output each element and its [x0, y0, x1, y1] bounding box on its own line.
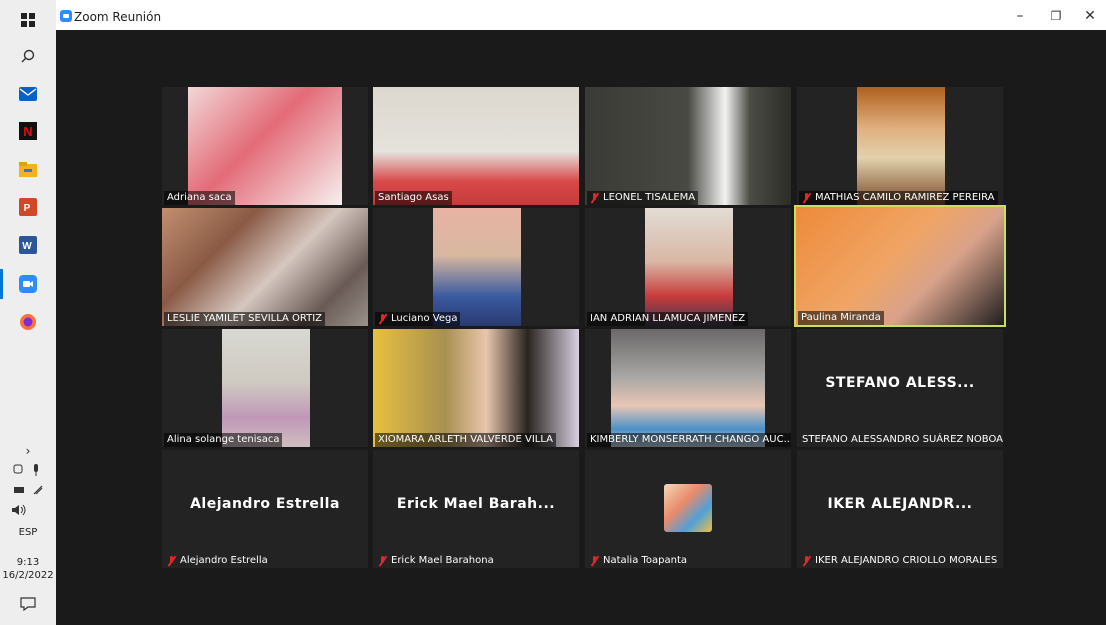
- profile-picture-avatar: [664, 484, 712, 532]
- participant-tile[interactable]: KIMBERLY MONSERRATH CHANGO AUC...: [585, 329, 791, 447]
- participant-name-label: Alina solange tenisaca: [164, 433, 283, 447]
- svg-text:P: P: [24, 203, 31, 214]
- participant-video: [857, 87, 945, 205]
- participant-video: [222, 329, 310, 447]
- clock-date[interactable]: 16/2/2022: [0, 570, 56, 581]
- window-title: Zoom Reunión: [74, 10, 162, 24]
- participant-name-label: IKER ALEJANDRO CRIOLLO MORALES: [799, 554, 1000, 568]
- participant-tile[interactable]: Alina solange tenisaca: [162, 329, 368, 447]
- participant-name-label: Alejandro Estrella: [164, 554, 271, 568]
- participant-video: [433, 208, 521, 326]
- muted-mic-icon: [167, 556, 176, 566]
- participant-name-label: XIOMARA ARLETH VALVERDE VILLA: [375, 433, 557, 447]
- muted-mic-icon: [802, 556, 811, 566]
- maximize-button[interactable]: ❐: [1046, 8, 1066, 24]
- participant-name-label: Adriana saca: [164, 191, 235, 205]
- participant-tile[interactable]: STEFANO ALESS... STEFANO ALESSANDRO SUÁR…: [797, 329, 1003, 447]
- mail-icon[interactable]: [18, 84, 38, 104]
- participant-display-name: Erick Mael Barah...: [396, 496, 556, 512]
- close-button[interactable]: ✕: [1080, 8, 1100, 24]
- firefox-icon[interactable]: [18, 312, 38, 332]
- participant-tile[interactable]: LEONEL TISALEMA: [585, 87, 791, 205]
- search-icon[interactable]: [18, 46, 38, 66]
- participant-video: [162, 208, 368, 326]
- powerpoint-icon[interactable]: P: [18, 197, 38, 217]
- participant-tile[interactable]: Adriana saca: [162, 87, 368, 205]
- windows-taskbar: N P W › ESP 9:13 16/2/2022: [0, 0, 56, 625]
- participant-name-label: MATHIAS CAMILO RAMIREZ PEREIRA: [799, 191, 998, 205]
- volume-icon[interactable]: [10, 500, 30, 520]
- muted-mic-icon: [378, 556, 387, 566]
- active-app-indicator: [0, 269, 3, 299]
- notification-icon[interactable]: [18, 594, 38, 614]
- participant-name-label: STEFANO ALESSANDRO SUÁREZ NOBOA: [802, 434, 1003, 445]
- participant-video: [645, 208, 733, 326]
- participant-tile[interactable]: IAN ADRIAN LLAMUCA JIMENEZ: [585, 208, 791, 326]
- muted-mic-icon: [590, 556, 599, 566]
- participant-name-label: Natalia Toapanta: [587, 554, 690, 568]
- language-indicator[interactable]: ESP: [0, 527, 56, 538]
- participant-name-label: Paulina Miranda: [798, 311, 884, 325]
- zoom-icon[interactable]: [18, 274, 38, 294]
- muted-mic-icon: [378, 314, 387, 324]
- svg-text:W: W: [22, 241, 32, 252]
- participant-tile[interactable]: Erick Mael Barah... Erick Mael Barahona: [373, 450, 579, 568]
- participant-tile[interactable]: MATHIAS CAMILO RAMIREZ PEREIRA: [797, 87, 1003, 205]
- participant-tile[interactable]: Alejandro Estrella Alejandro Estrella: [162, 450, 368, 568]
- participant-tile[interactable]: IKER ALEJANDR... IKER ALEJANDRO CRIOLLO …: [797, 450, 1003, 568]
- word-icon[interactable]: W: [18, 235, 38, 255]
- participant-tile[interactable]: Natalia Toapanta: [585, 450, 791, 568]
- network-battery-icon[interactable]: [8, 480, 48, 500]
- participant-tile[interactable]: XIOMARA ARLETH VALVERDE VILLA: [373, 329, 579, 447]
- participant-name-label: LESLIE YAMILET SEVILLA ORTIZ: [164, 312, 326, 326]
- participant-name-label: KIMBERLY MONSERRATH CHANGO AUC...: [587, 433, 791, 447]
- zoom-logo-icon: [60, 10, 72, 22]
- muted-mic-icon: [590, 193, 599, 203]
- netflix-icon[interactable]: N: [18, 121, 38, 141]
- participant-name-label: LEONEL TISALEMA: [587, 191, 699, 205]
- gallery-view: Adriana saca Santiago Asas LEONEL TISALE…: [56, 30, 1106, 625]
- participant-name-label: Erick Mael Barahona: [375, 554, 497, 568]
- tray-icons-row1: [8, 460, 48, 480]
- participant-display-name: STEFANO ALESS...: [825, 375, 975, 391]
- svg-text:N: N: [23, 124, 32, 139]
- participant-display-name: Alejandro Estrella: [190, 496, 340, 512]
- participant-video: [585, 87, 791, 205]
- participant-tile[interactable]: LESLIE YAMILET SEVILLA ORTIZ: [162, 208, 368, 326]
- file-explorer-icon[interactable]: [18, 159, 38, 179]
- participant-video: [373, 329, 579, 447]
- participant-name-label: IAN ADRIAN LLAMUCA JIMENEZ: [587, 312, 749, 326]
- participant-video: [796, 207, 1004, 325]
- chevron-right-icon[interactable]: ›: [0, 444, 56, 458]
- participant-video: [373, 87, 579, 205]
- participant-name-label: Santiago Asas: [375, 191, 452, 205]
- participant-display-name: IKER ALEJANDR...: [827, 496, 973, 512]
- participant-name-label: Luciano Vega: [375, 312, 461, 326]
- participant-tile[interactable]: Santiago Asas: [373, 87, 579, 205]
- clock-time[interactable]: 9:13: [0, 557, 56, 568]
- participant-tile[interactable]: Luciano Vega: [373, 208, 579, 326]
- windows-start-icon[interactable]: [18, 10, 38, 30]
- window-titlebar: Zoom Reunión – ❐ ✕: [56, 0, 1106, 30]
- participant-tile-active-speaker[interactable]: Paulina Miranda: [794, 205, 1006, 327]
- minimize-button[interactable]: –: [1010, 8, 1030, 24]
- muted-mic-icon: [802, 193, 811, 203]
- participant-video: [611, 329, 765, 447]
- participant-video: [188, 87, 342, 205]
